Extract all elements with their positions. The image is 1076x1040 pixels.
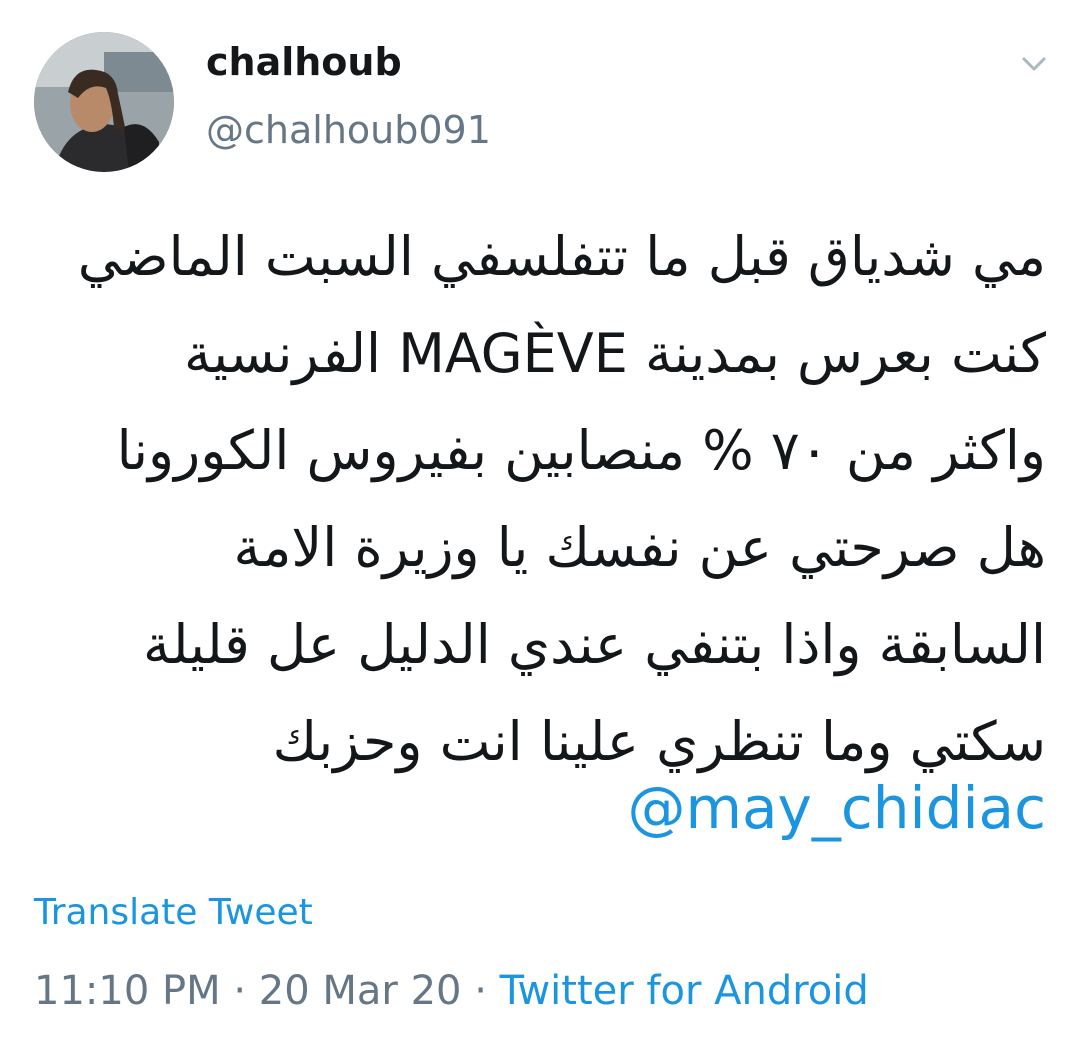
tweet-metadata: 11:10 PM · 20 Mar 20 · Twitter for Andro…	[34, 968, 869, 1014]
author-name[interactable]: chalhoub	[206, 40, 402, 84]
tweet-time: 11:10 PM	[34, 968, 221, 1014]
translate-tweet-link[interactable]: Translate Tweet	[34, 892, 313, 933]
meta-separator: ·	[233, 968, 247, 1014]
mention-link[interactable]: @may_chidiac	[628, 774, 1047, 842]
tweet-source-link[interactable]: Twitter for Android	[500, 968, 869, 1014]
tweet-text: مي شدياق قبل ما تتفلسفي السبت الماضي كنت…	[46, 208, 1046, 790]
tweet-date: 20 Mar 20	[258, 968, 462, 1014]
chevron-down-icon[interactable]	[1020, 50, 1048, 78]
avatar[interactable]	[34, 32, 174, 172]
tweet-text-line: كنت بعرس بمدينة MAGÈVE الفرنسية	[184, 322, 1046, 385]
meta-separator: ·	[474, 968, 487, 1014]
author-handle[interactable]: @chalhoub091	[206, 108, 491, 152]
tweet-text-line: هل صرحتي عن نفسك يا وزيرة الامة	[233, 516, 1046, 579]
avatar-photo	[34, 32, 174, 172]
tweet-text-line: واكثر من ٧٠ % منصابين بفيروس الكورونا	[116, 419, 1046, 482]
tweet-text-line: مي شدياق قبل ما تتفلسفي السبت الماضي	[77, 225, 1046, 288]
tweet-text-line: السابقة واذا بتنفي عندي الدليل عل قليلة	[143, 613, 1046, 676]
